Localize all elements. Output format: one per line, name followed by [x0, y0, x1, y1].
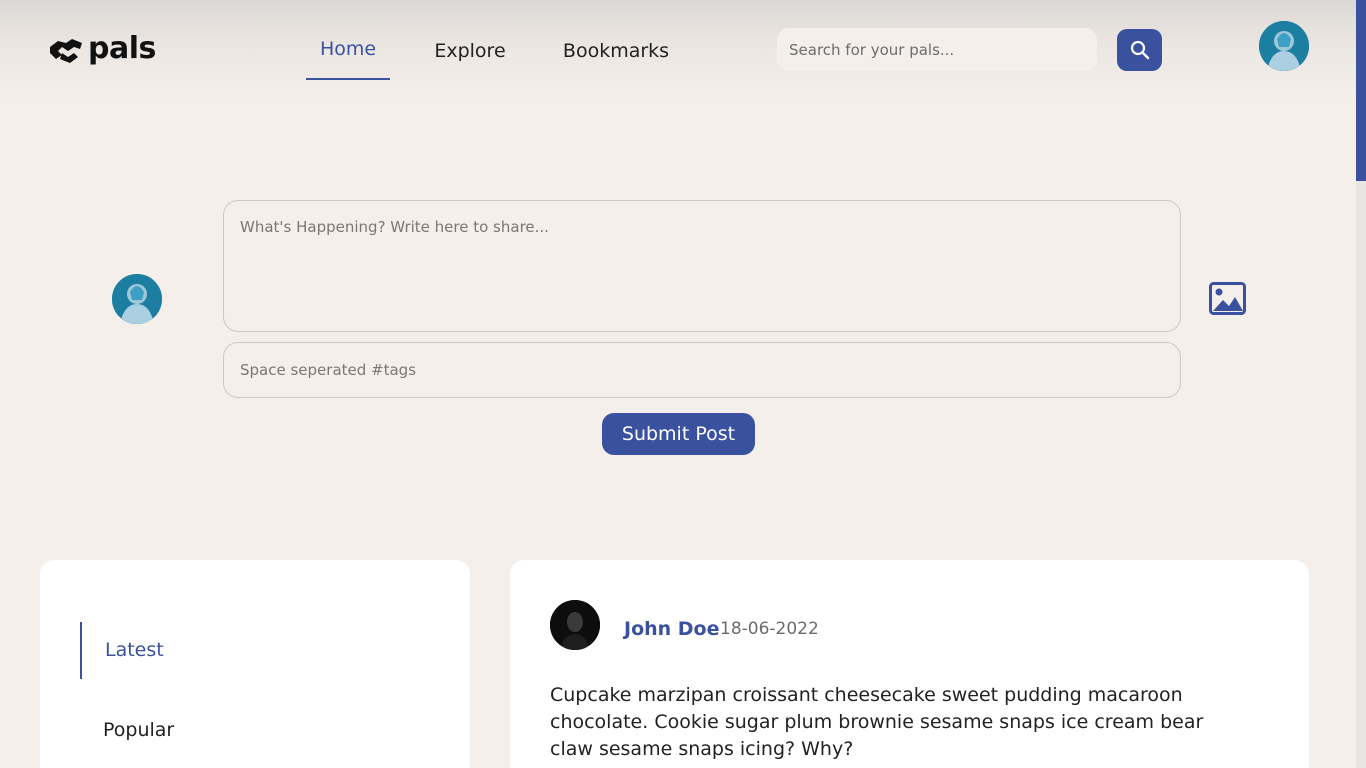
post-date: 18-06-2022: [720, 619, 819, 639]
user-avatar[interactable]: [1259, 21, 1309, 71]
composer-avatar: [112, 274, 162, 324]
search-button[interactable]: [1117, 29, 1162, 71]
author-avatar[interactable]: [550, 600, 600, 650]
avatar-image: [1259, 21, 1309, 71]
page-scrollbar[interactable]: [1356, 0, 1366, 768]
search-input[interactable]: [777, 28, 1097, 71]
scrollbar-thumb[interactable]: [1356, 0, 1366, 181]
post-card: John Doe 18-06-2022 Cupcake marzipan cro…: [510, 560, 1309, 768]
filter-popular[interactable]: Popular: [103, 717, 174, 743]
post-body: Cupcake marzipan croissant cheesecake sw…: [550, 684, 1204, 760]
search-icon: [1130, 40, 1149, 60]
logo[interactable]: pals: [48, 32, 156, 66]
avatar-image: [550, 600, 600, 650]
nav-home[interactable]: Home: [306, 36, 390, 80]
tags-input[interactable]: [223, 342, 1181, 398]
avatar-image: [112, 274, 162, 324]
active-indicator: [80, 622, 82, 679]
feed-filter-card: Latest Popular: [40, 560, 470, 768]
nav-bookmarks[interactable]: Bookmarks: [556, 38, 676, 82]
submit-post-button[interactable]: Submit Post: [602, 413, 755, 455]
handshake-icon: [50, 39, 82, 63]
image-upload-icon[interactable]: [1209, 282, 1246, 315]
post-input[interactable]: [223, 200, 1181, 332]
logo-text: pals: [88, 31, 156, 66]
nav-explore[interactable]: Explore: [424, 38, 516, 82]
author-name[interactable]: John Doe: [624, 616, 720, 642]
filter-latest[interactable]: Latest: [105, 637, 164, 663]
top-header: pals Home Explore Bookmarks: [0, 0, 1356, 100]
